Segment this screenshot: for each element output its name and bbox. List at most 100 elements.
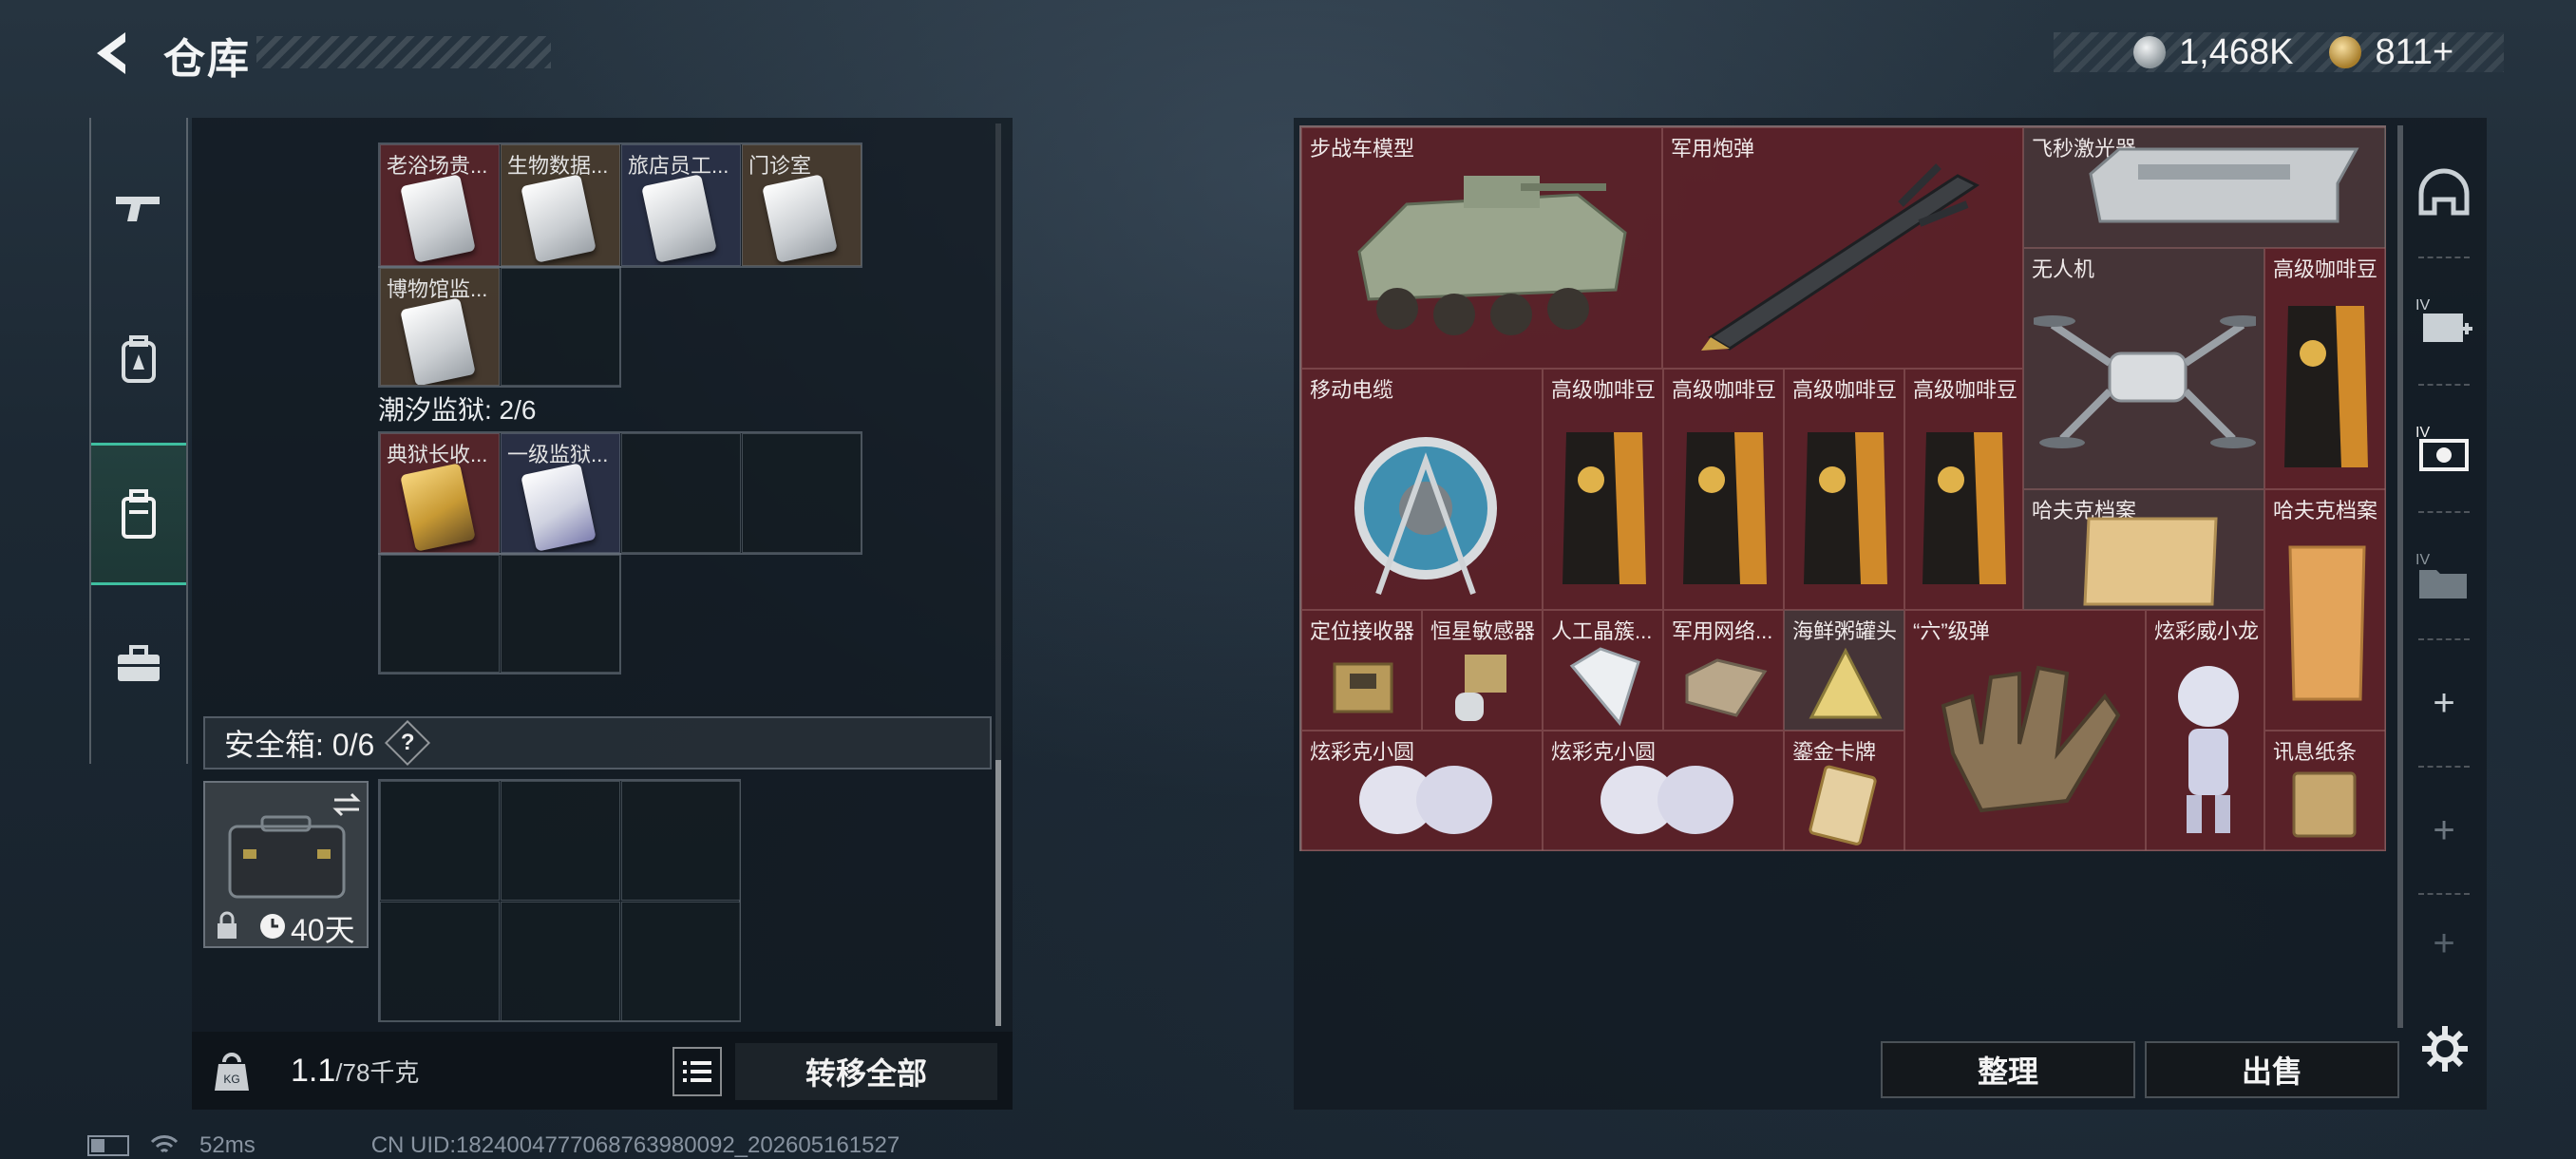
rail-item-tools[interactable] <box>91 593 186 735</box>
help-icon[interactable]: ? <box>385 719 431 767</box>
stash-item[interactable]: “六”级弹 <box>1904 610 2146 851</box>
safe-case-slot[interactable]: 40天 <box>203 781 369 948</box>
item-label: 恒星敏感器 <box>1430 619 1536 643</box>
stash-item[interactable]: 高级咖啡豆 <box>1784 369 1904 610</box>
empty-slot[interactable] <box>621 781 741 901</box>
empty-slot[interactable] <box>742 433 862 553</box>
stash-item[interactable]: 讯息纸条 <box>2264 731 2386 851</box>
key-card-slot[interactable]: 典狱长收... <box>380 433 500 553</box>
item-label: 人工晶簇... <box>1551 619 1653 643</box>
key-card-slot[interactable]: 生物数据... <box>501 144 620 266</box>
currency-display: 1,468K 811+ <box>2054 32 2504 72</box>
helmet-icon <box>2418 168 2470 216</box>
item-label: 老浴场贵... <box>387 154 488 178</box>
key-card-slot[interactable]: 一级监狱... <box>501 433 620 553</box>
organize-button[interactable]: 整理 <box>1881 1041 2135 1098</box>
add-page-button[interactable]: + <box>2401 901 2487 986</box>
stash-item[interactable]: 飞秒激光器 <box>2023 127 2386 248</box>
item-label: 生物数据... <box>507 154 609 178</box>
battery-icon <box>87 1135 129 1156</box>
item-label: 一级监狱... <box>507 443 609 466</box>
empty-slot[interactable] <box>501 902 620 1021</box>
rail-folder[interactable]: IV <box>2401 519 2487 633</box>
empty-slot[interactable] <box>501 555 620 673</box>
svg-text:IV: IV <box>2415 425 2430 441</box>
empty-slot[interactable] <box>501 268 620 386</box>
stash-item[interactable]: 高级咖啡豆 <box>1663 369 1784 610</box>
rail-item-container[interactable] <box>91 443 186 585</box>
swap-icon[interactable] <box>331 790 363 819</box>
safe-duration: 40天 <box>291 913 355 947</box>
item-label: 哈夫克档案 <box>2273 499 2378 522</box>
stash-item[interactable]: 高级咖啡豆 <box>1543 369 1663 610</box>
stash-item[interactable]: 移动电缆 <box>1301 369 1543 610</box>
key-card-icon <box>641 174 717 263</box>
receiver-icon <box>1333 662 1393 713</box>
key-card-slot[interactable]: 旅店员工... <box>621 144 741 266</box>
item-label: 高级咖啡豆 <box>1672 378 1777 402</box>
stash-item[interactable]: 炫彩克小圆 <box>1301 731 1543 851</box>
sell-button[interactable]: 出售 <box>2145 1041 2399 1098</box>
list-view-button[interactable] <box>672 1047 722 1096</box>
key-card-icon <box>521 174 597 263</box>
key-card-slot[interactable]: 博物馆监... <box>380 268 500 386</box>
stash-item[interactable]: 无人机 <box>2023 248 2264 489</box>
stash-item[interactable]: 鎏金卡牌 <box>1784 731 1904 851</box>
stash-item[interactable]: 军用网络... <box>1663 610 1784 731</box>
stash-item[interactable]: 哈夫克档案 <box>2264 489 2386 731</box>
add-page-button[interactable]: + <box>2401 773 2487 887</box>
gun-icon <box>116 197 160 221</box>
case-icon <box>122 489 156 539</box>
item-label: 无人机 <box>2032 257 2095 281</box>
status-bar: 52ms CN UID:1824004777068763980092_20260… <box>87 1132 900 1159</box>
key-card-icon <box>762 174 838 263</box>
figurine-icon <box>2178 666 2239 833</box>
gold-amount[interactable]: 811+ <box>2375 32 2453 73</box>
camera-icon: IV <box>2415 425 2469 471</box>
stash-item[interactable]: 高级咖啡豆 <box>2264 248 2386 489</box>
transfer-all-button[interactable]: 转移全部 <box>735 1043 997 1100</box>
rail-item-armor[interactable] <box>91 289 186 431</box>
artillery-shell-icon <box>1701 163 1979 351</box>
empty-slot[interactable] <box>380 902 500 1021</box>
ifv-model-icon <box>1357 176 1627 335</box>
stash-item[interactable]: 恒星敏感器 <box>1422 610 1543 731</box>
item-label: 高级咖啡豆 <box>1913 378 2018 402</box>
empty-slot[interactable] <box>621 902 741 1021</box>
stash-item[interactable]: 人工晶簇... <box>1543 610 1663 731</box>
medkit-icon: IV <box>2415 297 2472 342</box>
rail-item-weapon[interactable] <box>91 137 186 279</box>
folder-icon: IV <box>2415 552 2467 598</box>
add-page-button[interactable]: + <box>2401 646 2487 760</box>
scrollbar-thumb[interactable] <box>995 760 1001 1026</box>
stash-item[interactable]: 高级咖啡豆 <box>1904 369 2023 610</box>
stash-item[interactable]: 海鲜粥罐头 <box>1784 610 1904 731</box>
weight-readout: 1.1/78千克 <box>291 1053 419 1090</box>
key-card-icon <box>521 463 597 552</box>
rail-helmet[interactable] <box>2401 137 2487 251</box>
silver-coin-icon <box>2133 36 2166 68</box>
empty-slot[interactable] <box>380 555 500 673</box>
settings-button[interactable] <box>2420 1024 2470 1078</box>
item-label: 高级咖啡豆 <box>1792 378 1898 402</box>
rail-camera[interactable]: IV <box>2401 391 2487 505</box>
empty-slot[interactable] <box>380 781 500 901</box>
stash-page-rail: IV IV IV + + + <box>2401 118 2487 1001</box>
stash-item[interactable]: 炫彩克小圆 <box>1543 731 1784 851</box>
rail-medkit[interactable]: IV <box>2401 264 2487 378</box>
back-button[interactable] <box>87 27 141 80</box>
key-card-slot[interactable]: 老浴场贵... <box>380 144 500 266</box>
backpack-icon <box>122 335 156 383</box>
stash-grid[interactable]: 步战车模型 军用炮弹 飞秒激光器 无人机 高级咖啡豆 移动电缆 高级咖啡豆 高级… <box>1299 125 2386 851</box>
stash-item[interactable]: 哈夫克档案 <box>2023 489 2264 610</box>
uid-readout: CN UID:1824004777068763980092_2026051615… <box>370 1132 900 1158</box>
stash-item[interactable]: 军用炮弹 <box>1662 127 2023 369</box>
key-card-slot[interactable]: 门诊室 <box>742 144 862 266</box>
help-glyph: ? <box>400 729 415 755</box>
stash-item[interactable]: 步战车模型 <box>1301 127 1662 369</box>
stash-item[interactable]: 炫彩威小龙 <box>2146 610 2264 851</box>
key-card-icon <box>400 463 476 552</box>
empty-slot[interactable] <box>501 781 620 901</box>
empty-slot[interactable] <box>621 433 741 553</box>
stash-item[interactable]: 定位接收器 <box>1301 610 1422 731</box>
